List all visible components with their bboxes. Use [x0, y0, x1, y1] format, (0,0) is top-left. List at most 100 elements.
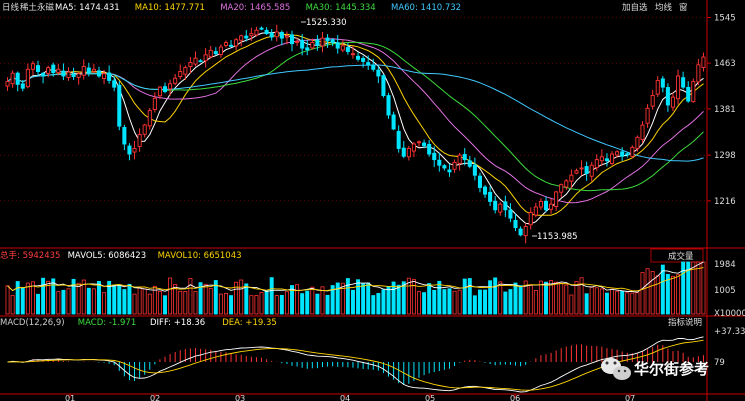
- volume-bar: [223, 292, 228, 315]
- candle: [411, 142, 416, 158]
- candle: [30, 61, 35, 75]
- candle: [264, 27, 269, 35]
- candle: [452, 159, 457, 173]
- candle: [254, 26, 259, 37]
- volume-bar: [508, 289, 513, 315]
- candle: [107, 65, 112, 84]
- volume-bar: [305, 290, 310, 315]
- volume-bar: [25, 282, 30, 315]
- low-annotation: 1153.985: [537, 232, 578, 242]
- candle: [71, 67, 76, 81]
- volume-bar: [483, 289, 488, 315]
- candle: [670, 92, 676, 112]
- candle: [173, 73, 178, 86]
- candlestick-chart[interactable]: 日线 稀土永磁 MA5: 1474.431 MA10: 1477.771 MA20:…: [0, 0, 745, 401]
- volume-bar: [188, 278, 193, 315]
- candle: [401, 141, 406, 159]
- candle: [218, 44, 223, 58]
- volume-tab[interactable]: 成交量: [650, 248, 704, 263]
- volume-bar: [361, 283, 366, 315]
- volume-tick-label: 1984: [714, 260, 736, 270]
- candle: [589, 161, 594, 182]
- price-tick-label: 1216: [714, 197, 736, 207]
- candle: [472, 157, 477, 181]
- volume-bar: [533, 290, 538, 315]
- candle: [193, 51, 198, 67]
- candle: [660, 76, 665, 93]
- candle: [152, 92, 157, 113]
- candle: [239, 34, 244, 47]
- candle: [447, 164, 452, 177]
- volume-bar: [325, 294, 330, 315]
- candle: [457, 152, 462, 171]
- volume-bar: [544, 281, 548, 315]
- candle: [554, 190, 559, 211]
- volume-bar: [51, 278, 56, 315]
- ma-legend-item: MA30: 1445.334: [306, 3, 376, 13]
- volume-bar: [376, 293, 381, 315]
- candle: [543, 196, 549, 213]
- candle: [503, 195, 508, 218]
- volume-bar: [102, 292, 107, 315]
- macd-tab-label: 指标说明: [668, 317, 702, 328]
- volume-bar: [417, 291, 421, 315]
- candle: [386, 92, 391, 119]
- price-tick-label: 1381: [714, 105, 736, 115]
- candle: [76, 72, 81, 85]
- grid: [0, 0, 745, 401]
- candle: [513, 213, 518, 232]
- volume-bar: [477, 289, 482, 315]
- volume-bar: [310, 286, 315, 315]
- volume-bar: [208, 288, 213, 315]
- volume-legend: 总手: 5942435 MAVOL5: 6086423 MAVOL10: 66510…: [0, 250, 242, 261]
- wechat-icon: [601, 358, 631, 380]
- volume-bar: [56, 291, 61, 315]
- candle: [325, 33, 330, 48]
- volume-bar: [345, 278, 350, 315]
- candle: [686, 81, 691, 103]
- volume-bar: [112, 284, 117, 315]
- candle: [203, 48, 208, 68]
- volume-ma-line: [7, 267, 704, 292]
- price-tick-label: 1545: [714, 13, 736, 23]
- volume-bar: [229, 295, 234, 315]
- volume-bar: [513, 282, 518, 315]
- volume-bar: [559, 282, 564, 315]
- candle: [620, 147, 625, 161]
- candle: [41, 71, 46, 84]
- candle: [691, 78, 696, 103]
- volume-bar: [340, 282, 345, 315]
- candle: [269, 29, 274, 41]
- candle: [442, 163, 447, 171]
- macd-legend-item: MACD: -1.971: [78, 318, 136, 328]
- toolbar-item[interactable]: 均线: [655, 2, 673, 13]
- volume-bar: [249, 295, 254, 315]
- candle: [305, 40, 310, 56]
- candlesticks: [5, 24, 706, 244]
- volume-bar: [518, 285, 523, 315]
- macd-tab[interactable]: 指标说明: [668, 317, 702, 328]
- price-tick-label: 1298: [714, 151, 736, 161]
- volume-bar: [584, 293, 589, 315]
- candle: [10, 70, 15, 88]
- candle: [574, 168, 579, 175]
- volume-bar: [625, 292, 630, 315]
- candle: [488, 186, 493, 207]
- volume-bar: [604, 292, 609, 315]
- macd-line: [7, 336, 704, 393]
- toolbar-item[interactable]: 加自选: [622, 2, 648, 13]
- toolbar-item[interactable]: 窗: [679, 2, 688, 13]
- volume-bar: [122, 289, 127, 315]
- volume-bar: [76, 282, 81, 315]
- candle: [523, 223, 528, 244]
- volume-bar: [671, 275, 675, 315]
- candle: [223, 40, 228, 48]
- volume-bar: [356, 279, 361, 315]
- volume-bar: [46, 280, 51, 315]
- volume-bar: [66, 288, 71, 315]
- ma-legend-item: MA60: 1410.732: [391, 3, 461, 13]
- volume-bar: [193, 291, 198, 315]
- volume-bar: [5, 285, 10, 315]
- volume-bar: [30, 281, 35, 315]
- candle: [676, 69, 681, 105]
